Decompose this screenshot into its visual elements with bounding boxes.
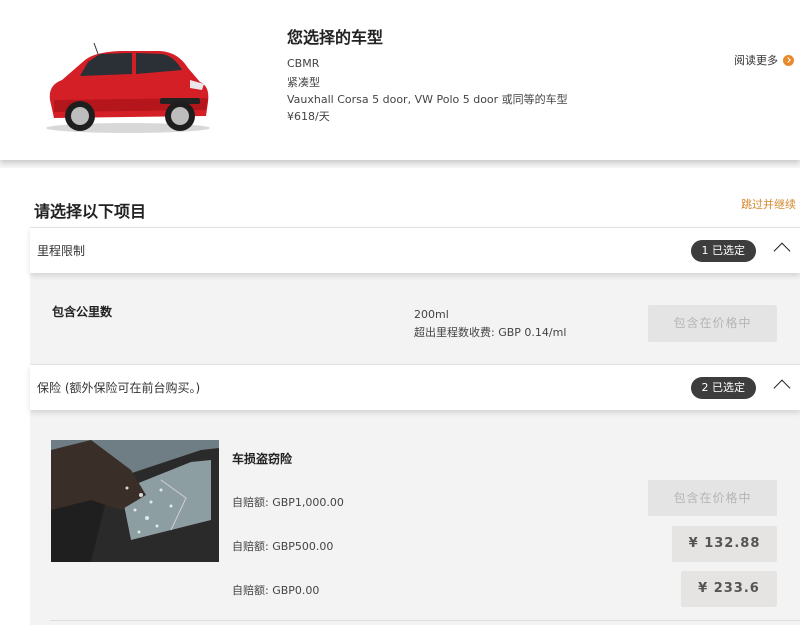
vehicle-category: 紧凑型 [287,76,320,89]
mileage-limit: 200ml [414,308,449,321]
insurance-group-body: 车损盗窃险 自赔额: GBP1,000.00 自赔额: GBP500.00 自赔… [30,410,800,625]
read-more-link[interactable]: 阅读更多 [734,52,794,68]
collapse-caret-icon[interactable] [772,377,792,391]
vehicle-price: ¥618/天 [287,110,330,123]
mileage-group-header[interactable]: 里程限制 1 已选定 [30,227,800,273]
excess-tier-1000: 自赔额: GBP1,000.00 [232,496,344,509]
car-break-in-image [51,440,219,562]
mileage-group-title: 里程限制 [37,244,86,258]
excess-0-price-button[interactable]: ¥ 233.6 [681,571,777,607]
car-image [46,42,210,133]
excess-500-price-button[interactable]: ¥ 132.88 [672,526,777,562]
read-more-label: 阅读更多 [734,54,778,67]
vehicle-code: CBMR [287,57,320,70]
skip-continue-link[interactable]: 跳过并继续 [741,196,796,212]
excess-tier-500: 自赔额: GBP500.00 [232,540,334,553]
vehicle-card: 您选择的车型 CBMR 紧凑型 Vauxhall Corsa 5 door, V… [0,0,800,160]
mileage-group-body: 包含公里数 200ml 超出里程数收费: GBP 0.14/ml 包含在价格中 [30,273,800,365]
mileage-included-button[interactable]: 包含在价格中 [648,305,777,342]
section-heading: 请选择以下项目 [34,202,147,221]
mileage-item-name: 包含公里数 [52,305,113,319]
excess-tier-0: 自赔额: GBP0.00 [232,584,320,597]
insurance-included-button[interactable]: 包含在价格中 [648,480,777,516]
divider [50,620,800,621]
insurance-group-title: 保险 (额外保险可在前台购买。) [37,381,201,395]
collapse-caret-icon[interactable] [772,240,792,254]
insurance-item-name: 车损盗窃险 [232,452,293,466]
chevron-right-icon [783,54,794,66]
mileage-excess-fee: 超出里程数收费: GBP 0.14/ml [414,326,567,339]
vehicle-title: 您选择的车型 [287,28,384,47]
options-panel: 请选择以下项目 跳过并继续 里程限制 1 已选定 包含公里数 200ml 超出里… [0,168,800,625]
insurance-selected-badge: 2 已选定 [690,377,756,399]
mileage-selected-badge: 1 已选定 [690,240,756,262]
insurance-group-header[interactable]: 保险 (额外保险可在前台购买。) 2 已选定 [30,364,800,410]
vehicle-models: Vauxhall Corsa 5 door, VW Polo 5 door 或同… [287,93,568,106]
